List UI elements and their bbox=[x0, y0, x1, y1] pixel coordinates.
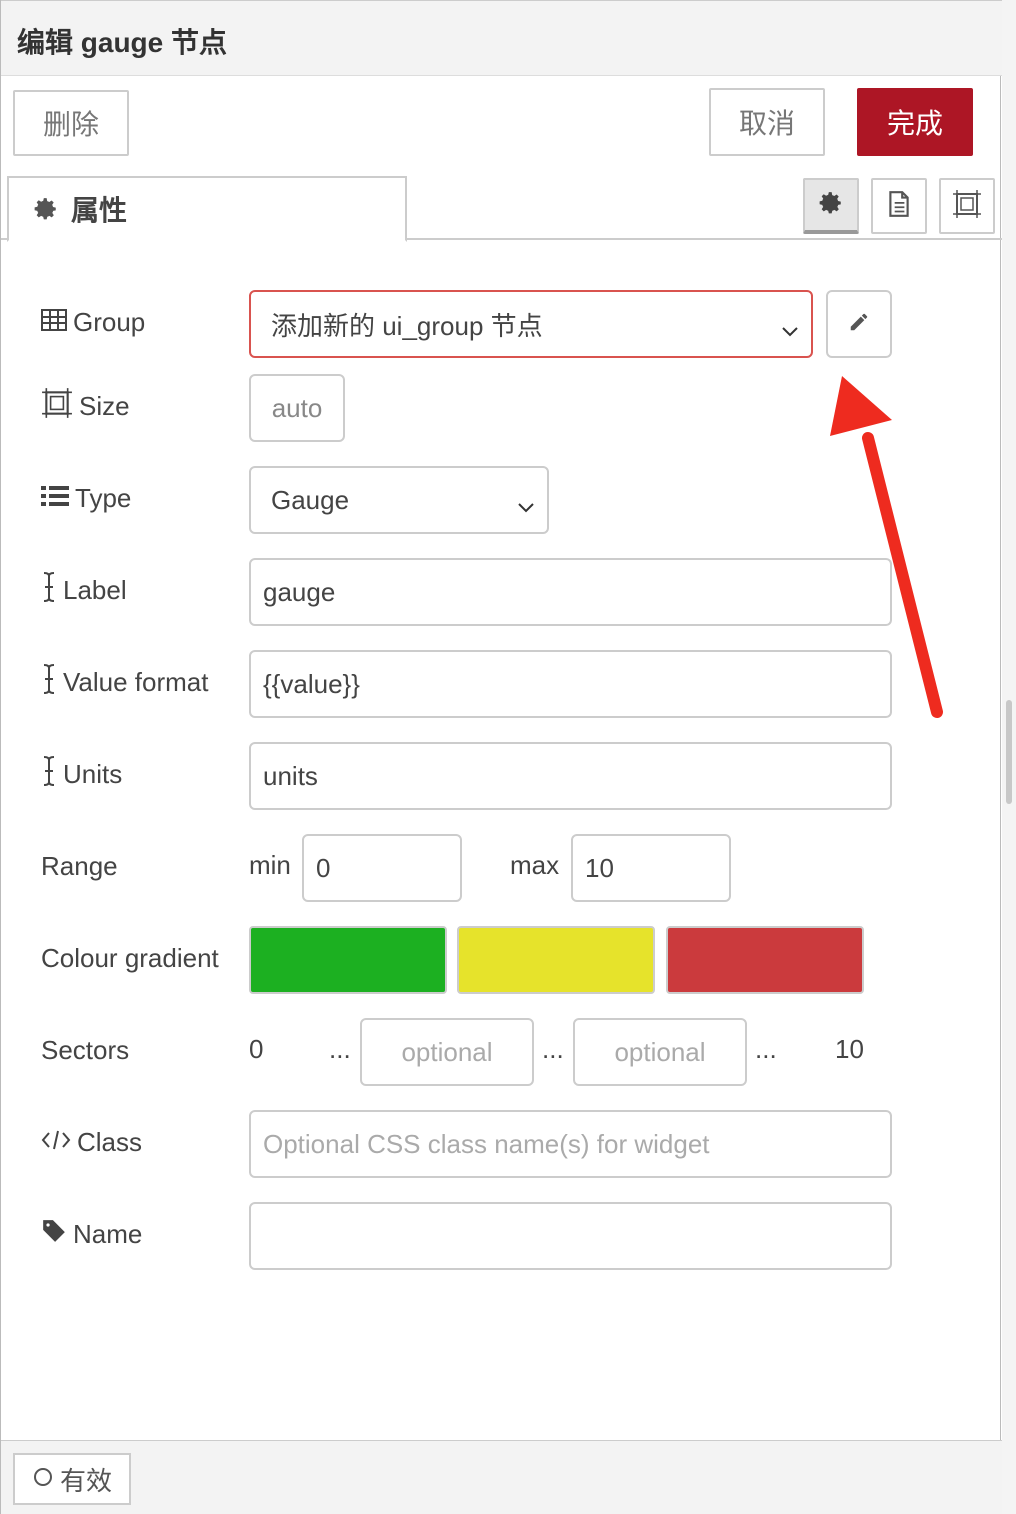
frame-icon bbox=[41, 387, 73, 426]
text-cursor-icon bbox=[41, 755, 57, 794]
class-input[interactable]: Optional CSS class name(s) for widget bbox=[249, 1110, 892, 1178]
edit-dialog: 编辑 gauge 节点 删除 取消 完成 属性 Group 添加新的 ui_gr… bbox=[0, 0, 1002, 1514]
table-icon bbox=[41, 307, 67, 338]
appearance-tab-button[interactable] bbox=[939, 178, 995, 234]
range-max-input[interactable]: 10 bbox=[571, 834, 731, 902]
text-cursor-icon bbox=[41, 663, 57, 702]
tag-icon bbox=[41, 1218, 67, 1251]
sectors-end: 10 bbox=[835, 1034, 864, 1064]
size-button[interactable]: auto bbox=[249, 374, 345, 442]
sectors-label: Sectors bbox=[41, 1034, 130, 1065]
type-label: Type bbox=[41, 478, 131, 518]
chevron-down-icon bbox=[517, 492, 535, 523]
done-button[interactable]: 完成 bbox=[857, 88, 973, 156]
sector-input-1[interactable]: optional bbox=[360, 1018, 534, 1086]
units-label: Units bbox=[41, 754, 122, 794]
gear-icon bbox=[33, 196, 59, 222]
annotation-arrow bbox=[830, 376, 943, 718]
gear-icon bbox=[818, 190, 844, 221]
label-label: Label bbox=[41, 570, 127, 610]
settings-tab-button[interactable] bbox=[803, 178, 859, 234]
size-label: Size bbox=[41, 386, 130, 426]
tab-properties[interactable]: 属性 bbox=[7, 176, 407, 242]
code-icon bbox=[41, 1127, 71, 1158]
range-max-label: max bbox=[510, 850, 560, 880]
pencil-icon bbox=[848, 309, 870, 340]
text-cursor-icon bbox=[41, 571, 57, 610]
delete-button[interactable]: 删除 bbox=[13, 90, 129, 156]
range-min-label: min bbox=[249, 850, 291, 880]
enabled-toggle[interactable]: 有效 bbox=[13, 1453, 131, 1505]
name-input[interactable] bbox=[249, 1202, 892, 1270]
dialog-title: 编辑 gauge 节点 bbox=[17, 27, 228, 58]
sectors-ellipsis: ... bbox=[329, 1034, 351, 1064]
tab-label: 属性 bbox=[71, 195, 128, 226]
sector-input-2[interactable]: optional bbox=[573, 1018, 747, 1086]
tabs-row: 属性 bbox=[1, 170, 1002, 242]
sectors-ellipsis: ... bbox=[755, 1034, 777, 1064]
title-bar: 编辑 gauge 节点 bbox=[1, 0, 1002, 76]
scrollbar-thumb[interactable] bbox=[1006, 700, 1012, 804]
class-label: Class bbox=[41, 1122, 142, 1162]
gradient-color-red[interactable] bbox=[666, 926, 864, 994]
type-select[interactable]: Gauge bbox=[249, 466, 549, 534]
footer: 有效 bbox=[1, 1440, 1002, 1514]
group-label: Group bbox=[41, 302, 145, 342]
colour-gradient-label: Colour gradient bbox=[41, 942, 219, 973]
label-input[interactable]: gauge bbox=[249, 558, 892, 626]
group-select[interactable]: 添加新的 ui_group 节点 bbox=[249, 290, 813, 358]
name-label: Name bbox=[41, 1214, 142, 1254]
description-tab-button[interactable] bbox=[871, 178, 927, 234]
frame-icon bbox=[952, 189, 982, 224]
value-format-input[interactable]: {{value}} bbox=[249, 650, 892, 718]
edit-group-button[interactable] bbox=[826, 290, 892, 358]
value-format-label: Value format bbox=[41, 662, 208, 702]
sectors-start: 0 bbox=[249, 1034, 264, 1064]
document-icon bbox=[886, 190, 912, 223]
gradient-color-yellow[interactable] bbox=[457, 926, 655, 994]
units-input[interactable]: units bbox=[249, 742, 892, 810]
list-icon bbox=[41, 483, 69, 514]
range-min-input[interactable]: 0 bbox=[302, 834, 462, 902]
circle-icon bbox=[32, 1464, 54, 1495]
sectors-ellipsis: ... bbox=[542, 1034, 564, 1064]
range-label: Range bbox=[41, 850, 118, 881]
chevron-down-icon bbox=[781, 316, 799, 347]
cancel-button[interactable]: 取消 bbox=[709, 88, 825, 156]
gradient-color-green[interactable] bbox=[249, 926, 447, 994]
